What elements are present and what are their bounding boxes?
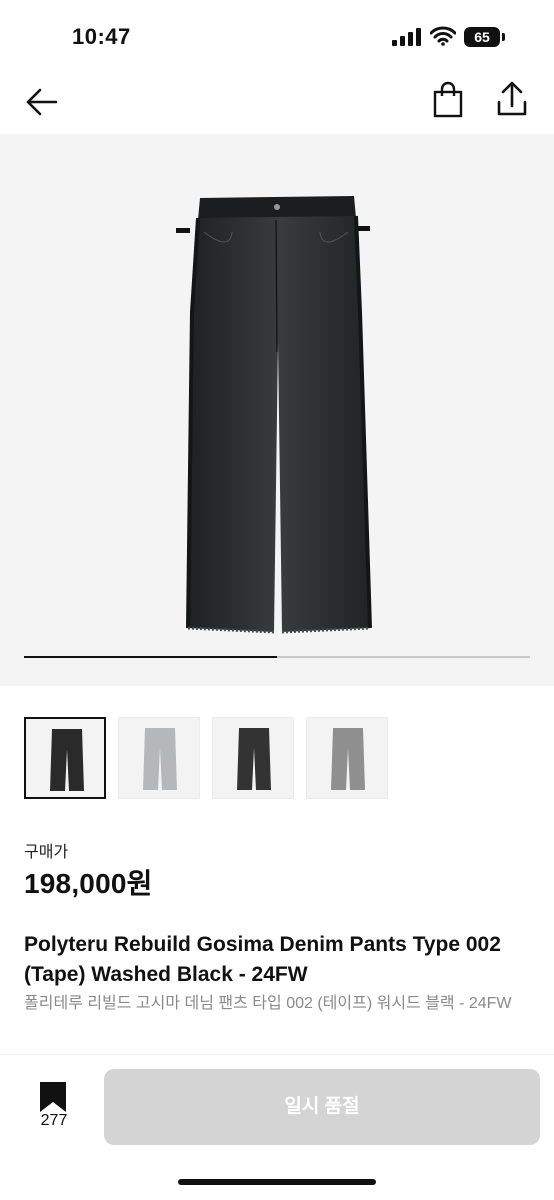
carousel-progress bbox=[24, 656, 530, 658]
thumbnail-4[interactable] bbox=[306, 717, 388, 799]
status-time: 10:47 bbox=[72, 24, 131, 49]
share-icon[interactable] bbox=[492, 78, 532, 120]
bottom-divider bbox=[0, 1054, 554, 1055]
product-image-carousel[interactable] bbox=[0, 134, 554, 686]
thumbnail-2[interactable] bbox=[118, 717, 200, 799]
cellular-signal-icon bbox=[392, 28, 421, 46]
thumbnail-image bbox=[331, 728, 365, 790]
thumbnail-image bbox=[50, 729, 84, 791]
shopping-bag-icon[interactable] bbox=[428, 80, 468, 120]
battery-cap bbox=[502, 33, 505, 41]
home-indicator bbox=[178, 1179, 376, 1185]
bookmark-count: 277 bbox=[40, 1112, 68, 1129]
thumbnail-image bbox=[143, 728, 177, 790]
thumbnail-image bbox=[237, 728, 271, 790]
price-value: 198,000원 bbox=[24, 868, 153, 899]
product-subtitle: 폴리테루 리빌드 고시마 데님 팬츠 타입 002 (테이프) 워시드 블랙 -… bbox=[24, 995, 512, 1012]
arrow-left-icon[interactable] bbox=[22, 82, 62, 122]
price-label: 구매가 bbox=[24, 844, 69, 861]
thumbnail-3[interactable] bbox=[212, 717, 294, 799]
carousel-progress-fill bbox=[24, 656, 277, 658]
wifi-icon bbox=[430, 26, 456, 46]
product-title: Polyteru Rebuild Gosima Denim Pants Type… bbox=[24, 933, 501, 986]
status-bar: 10:47 65 bbox=[0, 0, 554, 72]
top-nav bbox=[0, 72, 554, 134]
sold-out-button[interactable]: 일시 품절 bbox=[104, 1069, 540, 1145]
thumbnail-1[interactable] bbox=[24, 717, 106, 799]
product-image bbox=[176, 196, 372, 634]
battery-indicator: 65 bbox=[464, 27, 500, 47]
